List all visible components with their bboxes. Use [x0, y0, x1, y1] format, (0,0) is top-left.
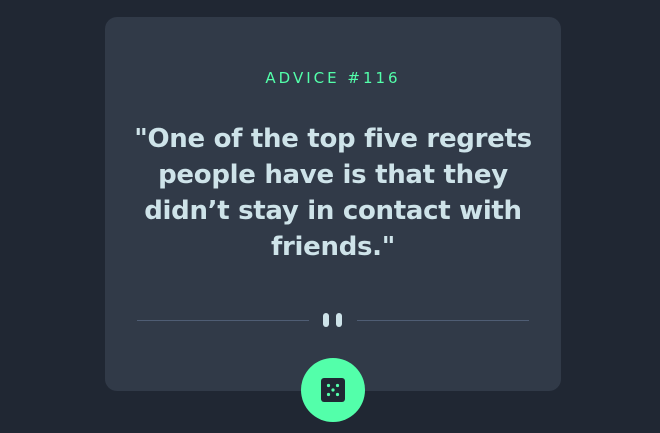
new-advice-button[interactable]: [301, 358, 365, 422]
divider-line-right: [357, 320, 529, 321]
divider: [137, 309, 529, 333]
advice-quote: "One of the top five regrets people have…: [134, 124, 532, 262]
pause-bar-right: [336, 313, 342, 327]
dice-icon: [321, 378, 345, 402]
app-screen: ADVICE #116 "One of the top five regrets…: [0, 0, 660, 433]
pause-bar-left: [323, 313, 329, 327]
advice-id: ADVICE #116: [265, 69, 401, 87]
pause-icon: [323, 313, 343, 329]
advice-card: ADVICE #116 "One of the top five regrets…: [105, 17, 561, 391]
divider-line-left: [137, 320, 309, 321]
